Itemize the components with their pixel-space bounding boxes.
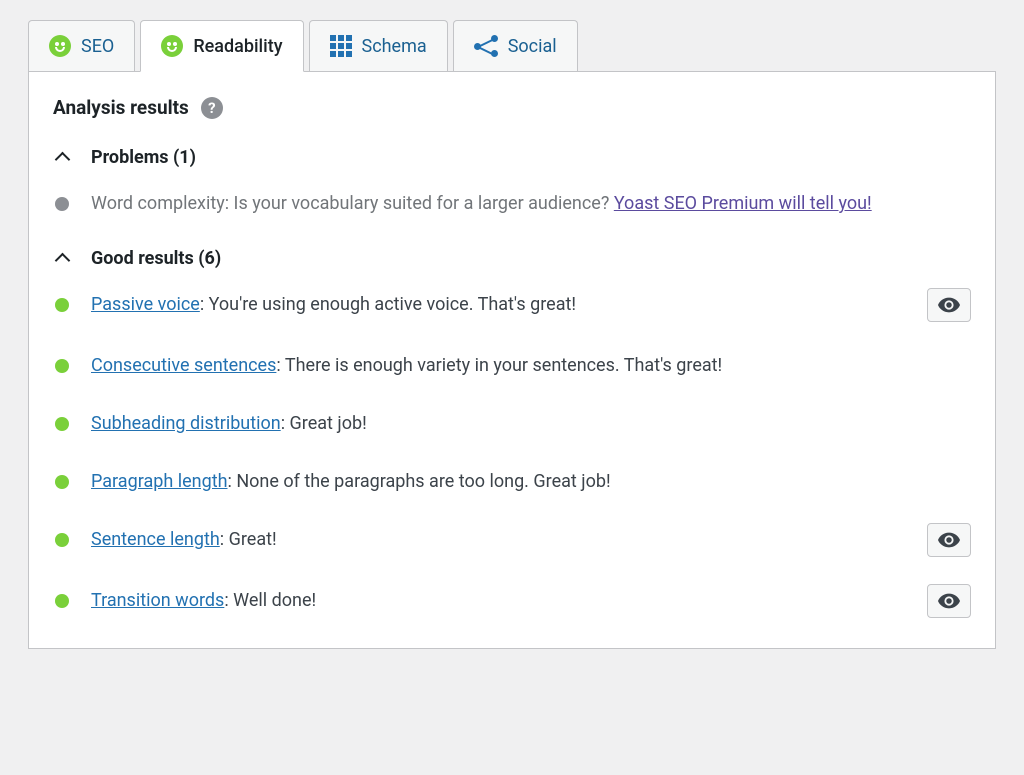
tab-readability-label: Readability [193,36,282,57]
good-results-header-label: Good results (6) [91,248,221,269]
bullet-green-icon [55,417,69,431]
eye-button[interactable] [927,523,971,557]
bullet-gray-icon [55,197,69,211]
good-results-toggle[interactable]: Good results (6) [53,248,971,269]
tab-seo[interactable]: SEO [28,20,135,71]
eye-icon [938,532,960,548]
problem-item: Word complexity: Is your vocabulary suit… [53,190,971,218]
bullet-green-icon [55,298,69,312]
good-suffix: : Well done! [224,590,316,611]
tab-social[interactable]: Social [453,20,578,71]
good-suffix: : You're using enough active voice. That… [200,294,576,315]
good-text: Subheading distribution: Great job! [91,410,971,438]
problem-prefix: Word complexity: Is your vocabulary suit… [91,193,614,214]
tab-bar: SEO Readability Schema Social [28,20,996,71]
problems-section: Problems (1) Word complexity: Is your vo… [53,147,971,218]
good-link[interactable]: Consecutive sentences [91,355,276,376]
eye-button[interactable] [927,584,971,618]
good-link[interactable]: Transition words [91,590,224,611]
analysis-panel: Analysis results ? Problems (1) Word com… [28,71,996,649]
chevron-up-icon [55,251,69,265]
good-item-passive-voice: Passive voice: You're using enough activ… [53,291,971,322]
share-icon [474,35,498,57]
good-text: Sentence length: Great! [91,526,905,554]
premium-link[interactable]: Yoast SEO Premium will tell you! [614,193,872,214]
good-item-subheading-distribution: Subheading distribution: Great job! [53,410,971,438]
good-item-transition-words: Transition words: Well done! [53,587,971,618]
good-item-paragraph-length: Paragraph length: None of the paragraphs… [53,468,971,496]
smiley-icon [49,35,71,57]
problems-header-label: Problems (1) [91,147,196,168]
problem-text: Word complexity: Is your vocabulary suit… [91,190,971,218]
bullet-green-icon [55,533,69,547]
problems-toggle[interactable]: Problems (1) [53,147,971,168]
good-suffix: : Great! [220,529,277,550]
good-link[interactable]: Subheading distribution [91,413,281,434]
panel-title-row: Analysis results ? [53,96,971,119]
bullet-green-icon [55,359,69,373]
good-results-section: Good results (6) Passive voice: You're u… [53,248,971,618]
help-icon[interactable]: ? [201,97,223,119]
good-text: Passive voice: You're using enough activ… [91,291,905,319]
tab-social-label: Social [508,36,557,57]
good-link[interactable]: Paragraph length [91,471,228,492]
eye-button[interactable] [927,288,971,322]
eye-icon [938,593,960,609]
chevron-up-icon [55,151,69,165]
tab-schema[interactable]: Schema [309,20,448,71]
good-suffix: : None of the paragraphs are too long. G… [228,471,611,492]
good-suffix: : Great job! [281,413,367,434]
good-suffix: : There is enough variety in your senten… [276,355,722,376]
good-item-sentence-length: Sentence length: Great! [53,526,971,557]
tab-readability[interactable]: Readability [140,20,303,72]
good-item-consecutive-sentences: Consecutive sentences: There is enough v… [53,352,971,380]
bullet-green-icon [55,594,69,608]
good-link[interactable]: Sentence length [91,529,220,550]
good-link[interactable]: Passive voice [91,294,200,315]
grid-icon [330,35,352,57]
good-text: Paragraph length: None of the paragraphs… [91,468,971,496]
good-text: Consecutive sentences: There is enough v… [91,352,971,380]
tab-seo-label: SEO [81,36,114,57]
smiley-icon [161,35,183,57]
tab-schema-label: Schema [362,36,427,57]
bullet-green-icon [55,475,69,489]
eye-icon [938,297,960,313]
good-text: Transition words: Well done! [91,587,905,615]
panel-title: Analysis results [53,96,189,119]
